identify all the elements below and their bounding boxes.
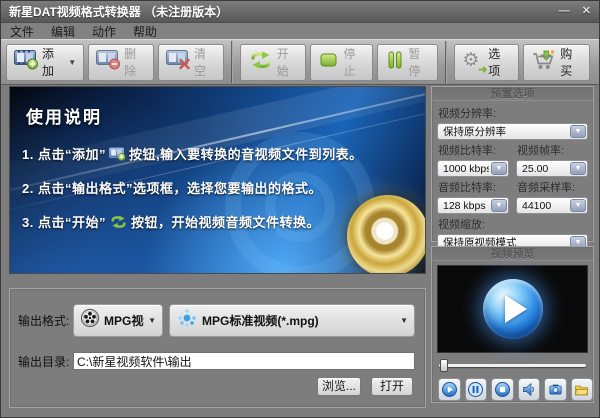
minimize-button[interactable]: — xyxy=(559,6,570,17)
pause-icon xyxy=(468,382,483,397)
close-button[interactable]: ✕ xyxy=(582,6,591,17)
stop-button[interactable]: 停止 xyxy=(310,44,373,81)
play-icon xyxy=(442,382,457,397)
player-pause-button[interactable] xyxy=(465,378,488,401)
preview-screen xyxy=(437,265,588,353)
pause-button[interactable]: 暂停 xyxy=(377,44,438,81)
chevron-down-icon[interactable]: ▼ xyxy=(491,162,507,175)
options-gear-icon: ⚙➜ xyxy=(462,51,485,73)
output-dir-input[interactable] xyxy=(73,352,415,370)
buy-button-label: 购买 xyxy=(560,45,582,79)
open-folder-icon xyxy=(574,382,589,397)
film-add-icon xyxy=(109,147,126,161)
instruction-step-1: 1. 点击“添加” 按钮,输入要转换的音视频文件到列表。 xyxy=(22,144,419,163)
output-settings-panel: 输出格式: MPG视频 ▼ xyxy=(9,288,426,408)
chevron-down-icon[interactable]: ▼ xyxy=(570,199,586,212)
film-clear-icon xyxy=(166,49,191,75)
film-add-icon xyxy=(14,49,39,75)
framerate-select[interactable]: 25.00 ▼ xyxy=(516,160,588,177)
stop-icon xyxy=(318,50,340,75)
delete-button[interactable]: 删除 xyxy=(88,44,154,81)
toolbar-separator xyxy=(231,41,233,83)
pause-icon xyxy=(385,50,405,75)
chevron-down-icon[interactable]: ▼ xyxy=(570,125,586,138)
seek-bar[interactable] xyxy=(439,358,586,373)
samplerate-select[interactable]: 44100 ▼ xyxy=(516,197,588,214)
options-button[interactable]: ⚙➜ 选项 xyxy=(454,44,519,81)
output-format-type-select[interactable]: MPG视频 ▼ xyxy=(73,304,163,337)
pause-button-label: 暂停 xyxy=(408,45,430,79)
clear-button-label: 清空 xyxy=(194,45,216,79)
buy-button[interactable]: 购买 xyxy=(523,44,590,81)
output-format-label: 输出格式: xyxy=(18,312,73,329)
video-preview-header: 视频预览 xyxy=(432,247,593,261)
framerate-label: 视频帧率: xyxy=(517,142,588,158)
samplerate-label: 音频采样率: xyxy=(517,179,588,195)
video-zoom-label: 视频缩放: xyxy=(438,216,588,232)
browse-button[interactable]: 浏览... xyxy=(317,377,361,396)
add-button-label: 添加 xyxy=(42,45,63,79)
menu-help[interactable]: 帮助 xyxy=(133,23,157,40)
start-button-label: 开始 xyxy=(277,45,299,79)
audio-bitrate-label: 音频比特率: xyxy=(438,179,509,195)
volume-icon xyxy=(521,382,536,397)
instructions-heading: 使用说明 xyxy=(26,103,425,128)
menu-file[interactable]: 文件 xyxy=(10,23,34,40)
output-dir-label: 输出目录: xyxy=(18,353,73,370)
menu-edit[interactable]: 编辑 xyxy=(51,23,75,40)
convert-start-icon xyxy=(248,49,274,76)
options-button-label: 选项 xyxy=(488,45,511,79)
preview-play-button[interactable] xyxy=(483,279,543,339)
format-profile-icon xyxy=(176,307,198,334)
player-snapshot-button[interactable] xyxy=(544,378,567,401)
app-window: 新星DAT视频格式转换器 （未注册版本） — ✕ 文件 编辑 动作 帮助 xyxy=(0,0,600,418)
camera-icon xyxy=(548,382,563,397)
toolbar: 添加 ▼ 删除 清空 xyxy=(1,39,599,85)
chevron-down-icon[interactable]: ▼ xyxy=(491,199,507,212)
video-bitrate-label: 视频比特率: xyxy=(438,142,509,158)
audio-bitrate-select[interactable]: 128 kbps ▼ xyxy=(437,197,509,214)
output-format-profile-select[interactable]: MPG标准视频(*.mpg) ▼ xyxy=(169,304,415,337)
menu-action[interactable]: 动作 xyxy=(92,23,116,40)
clear-button[interactable]: 清空 xyxy=(158,44,224,81)
video-bitrate-select[interactable]: 1000 kbps ▼ xyxy=(437,160,509,177)
stop-button-label: 停止 xyxy=(343,45,365,79)
seek-thumb[interactable] xyxy=(440,359,448,372)
film-reel-icon xyxy=(80,308,100,333)
open-button[interactable]: 打开 xyxy=(371,377,413,396)
stop-icon xyxy=(495,382,510,397)
player-open-folder-button[interactable] xyxy=(571,378,594,401)
player-stop-button[interactable] xyxy=(491,378,514,401)
start-button[interactable]: 开始 xyxy=(240,44,307,81)
buy-cart-icon xyxy=(531,49,557,76)
chevron-down-icon: ▼ xyxy=(68,58,76,67)
title-bar: 新星DAT视频格式转换器 （未注册版本） — ✕ xyxy=(1,1,599,23)
chevron-down-icon: ▼ xyxy=(148,316,156,325)
player-volume-button[interactable] xyxy=(518,378,541,401)
preset-options-panel: 预置选项 视频分辨率: 保持原分辨率 ▼ 视频比特率: 视频帧率: 1000 k… xyxy=(431,86,594,242)
instructions-panel: 使用说明 1. 点击“添加” 按钮,输入要转换的音视频文件到列表。 2. 点击“… xyxy=(9,86,426,274)
toolbar-separator xyxy=(445,41,447,83)
window-title: 新星DAT视频格式转换器 （未注册版本） xyxy=(9,3,228,20)
resolution-label: 视频分辨率: xyxy=(438,105,588,121)
film-delete-icon xyxy=(96,49,121,75)
video-preview-panel: 视频预览 xyxy=(431,246,594,403)
player-controls xyxy=(432,373,593,401)
preset-options-header: 预置选项 xyxy=(432,87,593,101)
seek-track[interactable] xyxy=(439,364,586,367)
chevron-down-icon: ▼ xyxy=(400,316,408,325)
convert-start-icon xyxy=(109,214,128,230)
add-button[interactable]: 添加 ▼ xyxy=(6,44,84,81)
instruction-step-2: 2. 点击“输出格式”选项框，选择您要输出的格式。 xyxy=(22,178,419,197)
chevron-down-icon[interactable]: ▼ xyxy=(570,162,586,175)
menu-bar: 文件 编辑 动作 帮助 xyxy=(1,23,599,39)
player-play-button[interactable] xyxy=(438,378,461,401)
resolution-select[interactable]: 保持原分辨率 ▼ xyxy=(437,123,588,140)
delete-button-label: 删除 xyxy=(124,45,146,79)
instruction-step-3: 3. 点击“开始” 按钮，开始视频音频文件转换。 xyxy=(22,212,419,231)
